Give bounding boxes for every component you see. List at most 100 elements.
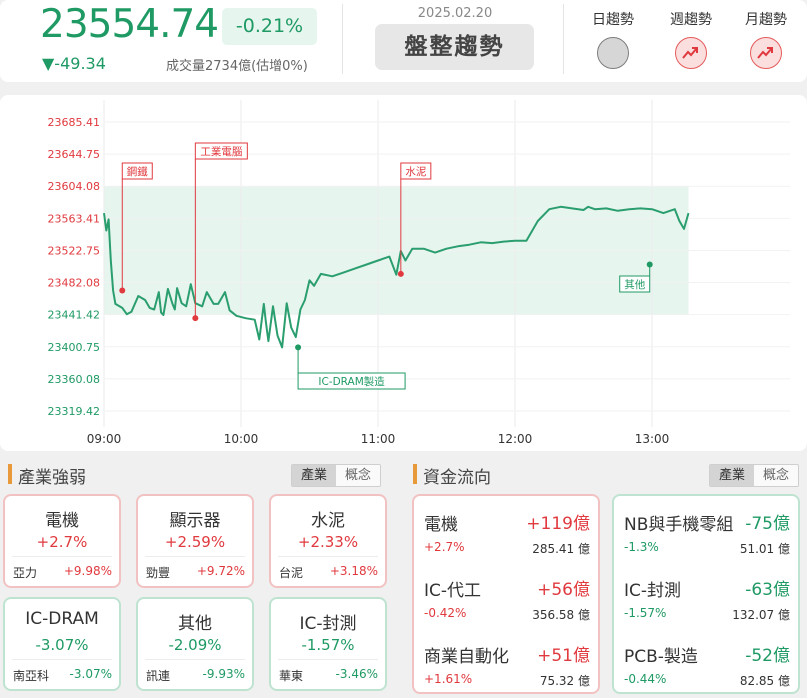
flow-name: PCB-製造 — [624, 647, 698, 667]
y-tick-label: 23644.75 — [48, 148, 101, 161]
tab-industry[interactable]: 產業 — [292, 465, 336, 486]
top-stock-percent: -9.93% — [202, 667, 245, 681]
divider — [145, 659, 245, 660]
flow-amount: -52億 — [745, 646, 790, 666]
inflow-card: 電機 +119億 +2.7% 285.41 億 IC-代工 +56億 -0.42… — [412, 494, 600, 694]
flow-percent: -0.44% — [624, 672, 667, 686]
divider — [145, 556, 245, 557]
industry-card[interactable]: 電機 +2.7% 亞力 +9.98% — [3, 494, 121, 588]
flow-amount: +119億 — [526, 514, 590, 534]
top-stock-percent: +9.98% — [63, 564, 112, 578]
flow-volume: 285.41 億 — [532, 542, 590, 556]
industry-card[interactable]: IC-封測 -1.57% 華東 -3.46% — [269, 597, 387, 691]
flow-amount: +56億 — [537, 580, 590, 600]
top-stock-name: 訊連 — [146, 669, 171, 683]
flow-name: NB與手機零組 — [624, 515, 734, 535]
industry-name: 電機 — [45, 511, 79, 531]
top-stock-name: 華東 — [279, 669, 304, 683]
flow-volume: 51.01 億 — [739, 542, 790, 556]
industry-percent: -3.07% — [35, 636, 89, 654]
fund-flow-title: 資金流向 — [423, 468, 491, 488]
annotation-label: 水泥 — [405, 165, 426, 178]
y-tick-label: 23685.41 — [48, 116, 101, 129]
flow-percent: +1.61% — [424, 672, 473, 686]
top-stock-percent: +9.72% — [196, 564, 245, 578]
industry-strength-title: 產業強弱 — [18, 468, 86, 488]
intraday-chart[interactable]: 09:00 10:00 11:00 12:00 13:00 23685.41 23644.7… — [0, 95, 807, 451]
annotation-label: 鋼鐵 — [127, 165, 148, 178]
industry-card[interactable]: IC-DRAM -3.07% 南亞科 -3.07% — [3, 597, 121, 691]
industry-name: 水泥 — [311, 511, 345, 531]
annotation-marker — [119, 287, 126, 294]
x-tick-label: 09:00 — [87, 432, 122, 446]
industry-name: IC-DRAM — [25, 609, 99, 629]
y-tick-label: 23360.08 — [48, 373, 101, 386]
annotation-label: IC-DRAM製造 — [318, 375, 385, 388]
annotation-marker — [397, 270, 404, 277]
x-tick-label: 13:00 — [635, 432, 670, 446]
x-tick-label: 12:00 — [498, 432, 533, 446]
daily-trend-label: 日趨勢 — [592, 12, 634, 28]
intraday-chart-card: 09:00 10:00 11:00 12:00 13:00 23685.41 23644.7… — [0, 95, 807, 451]
flow-item[interactable]: 商業自動化 +51億 +1.61% 75.32 億 — [414, 630, 598, 692]
top-stock-percent: +3.18% — [329, 564, 378, 578]
divider — [12, 556, 112, 557]
flow-percent: -0.42% — [424, 606, 467, 620]
index-value: 23554.74 — [40, 2, 219, 47]
industry-name: IC-封測 — [299, 614, 357, 634]
y-tick-label: 23604.08 — [48, 180, 101, 193]
industry-card[interactable]: 水泥 +2.33% 台泥 +3.18% — [269, 494, 387, 588]
top-stock-name: 亞力 — [13, 566, 38, 580]
y-tick-label: 23319.42 — [48, 405, 101, 418]
flow-volume: 132.07 億 — [732, 608, 790, 622]
industry-name: 其他 — [178, 614, 212, 634]
flow-percent: -1.57% — [624, 606, 667, 620]
industry-percent: +2.33% — [297, 533, 359, 551]
index-summary-card: 23554.74 -0.21% ▼-49.34 成交量2734億(估增0%) 2… — [0, 0, 807, 82]
annotation-label: 工業電腦 — [200, 145, 242, 158]
flow-volume: 356.58 億 — [532, 608, 590, 622]
change-points: ▼-49.34 — [42, 54, 106, 73]
monthly-trend-label: 月趨勢 — [745, 12, 787, 28]
flow-item[interactable]: NB與手機零組 -75億 -1.3% 51.01 億 — [614, 498, 798, 560]
flow-item[interactable]: IC-代工 +56億 -0.42% 356.58 億 — [414, 564, 598, 626]
flow-volume: 75.32 億 — [539, 674, 590, 688]
flow-item[interactable]: PCB-製造 -52億 -0.44% 82.85 億 — [614, 630, 798, 692]
flow-name: IC-代工 — [424, 581, 482, 601]
annotation-marker — [646, 261, 653, 268]
divider — [278, 659, 378, 660]
y-tick-label: 23522.75 — [48, 244, 101, 257]
tab-industry[interactable]: 產業 — [710, 465, 754, 486]
industry-card[interactable]: 其他 -2.09% 訊連 -9.93% — [136, 597, 254, 691]
flow-name: 商業自動化 — [424, 647, 509, 667]
industry-card[interactable]: 顯示器 +2.59% 勁豐 +9.72% — [136, 494, 254, 588]
industry-percent: +2.7% — [36, 533, 88, 551]
top-stock-name: 勁豐 — [146, 566, 171, 580]
industry-toggle: 產業 概念 — [291, 464, 381, 487]
trend-up-icon[interactable] — [675, 37, 707, 69]
industry-percent: +2.59% — [164, 533, 226, 551]
trend-up-icon[interactable] — [750, 37, 782, 69]
change-percent-badge: -0.21% — [222, 8, 317, 45]
weekly-trend-label: 週趨勢 — [670, 12, 712, 28]
top-stock-percent: -3.07% — [69, 667, 112, 681]
section-accent-bar — [413, 464, 417, 484]
volume-text: 成交量2734億(估增0%) — [166, 59, 308, 74]
flow-percent: -1.3% — [624, 540, 659, 554]
neutral-dot-icon[interactable] — [597, 37, 629, 69]
flow-volume: 82.85 億 — [739, 674, 790, 688]
flow-amount: -75億 — [745, 514, 790, 534]
outflow-card: NB與手機零組 -75億 -1.3% 51.01 億 IC-封測 -63億 -1… — [612, 494, 800, 694]
flow-name: IC-封測 — [624, 581, 682, 601]
fund-flow-toggle: 產業 概念 — [709, 464, 799, 487]
top-stock-name: 南亞科 — [13, 669, 50, 683]
tab-concept[interactable]: 概念 — [336, 465, 380, 486]
tab-concept[interactable]: 概念 — [754, 465, 798, 486]
x-tick-label: 11:00 — [361, 432, 396, 446]
section-accent-bar — [8, 464, 12, 484]
divider — [563, 4, 564, 74]
y-tick-label: 23563.41 — [48, 212, 101, 225]
flow-item[interactable]: IC-封測 -63億 -1.57% 132.07 億 — [614, 564, 798, 626]
date-label: 2025.02.20 — [417, 6, 493, 21]
flow-item[interactable]: 電機 +119億 +2.7% 285.41 億 — [414, 498, 598, 560]
